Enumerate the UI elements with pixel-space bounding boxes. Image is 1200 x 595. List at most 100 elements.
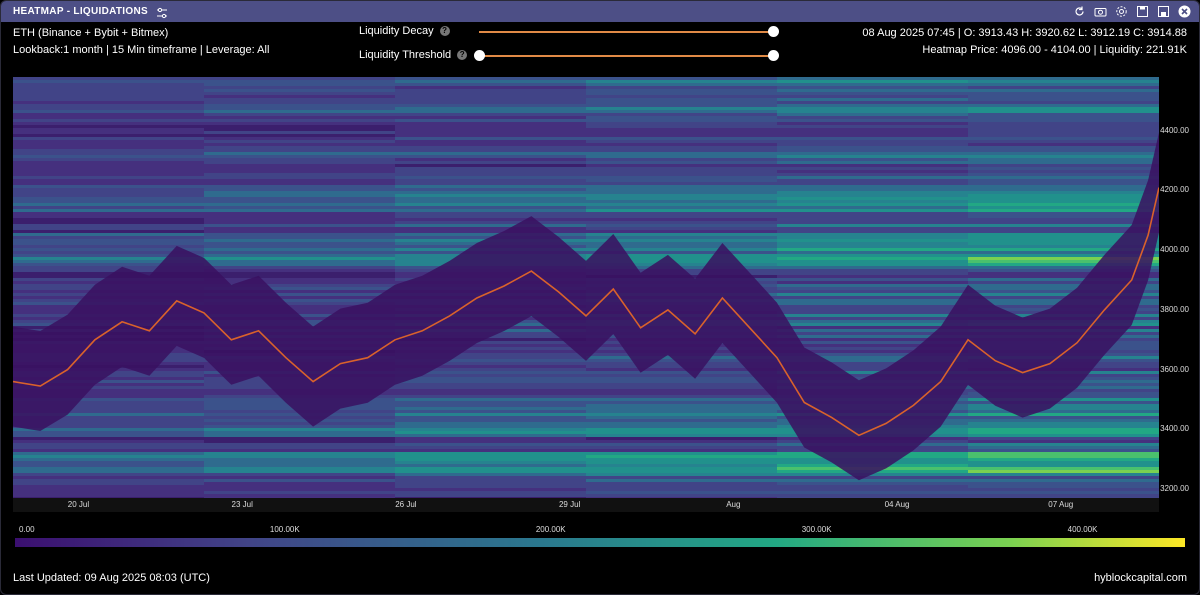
heatmap-band xyxy=(586,212,778,215)
heatmap-band xyxy=(13,209,205,212)
expand-icon[interactable] xyxy=(1157,5,1170,18)
heatmap-band xyxy=(586,389,778,392)
heatmap-band xyxy=(777,146,969,149)
slider-knob-max[interactable] xyxy=(768,50,779,61)
heatmap-band xyxy=(395,449,587,452)
heatmap-band xyxy=(586,404,778,407)
slider-knob-min[interactable] xyxy=(474,50,485,61)
heatmap-band xyxy=(204,488,396,491)
heatmap-band xyxy=(13,137,205,140)
heatmap-band xyxy=(777,491,969,494)
heatmap-band xyxy=(968,122,1159,125)
heatmap-band xyxy=(777,206,969,209)
heatmap-band xyxy=(395,446,587,449)
heatmap-band xyxy=(968,458,1159,461)
heatmap-band xyxy=(968,467,1159,470)
help-icon[interactable]: ? xyxy=(439,26,450,36)
heatmap-band xyxy=(204,140,396,143)
heatmap-band xyxy=(968,146,1159,149)
heatmap-band xyxy=(204,176,396,179)
heatmap-band xyxy=(204,179,396,182)
heatmap-band xyxy=(395,476,587,479)
heatmap-band xyxy=(13,101,205,104)
heatmap-band xyxy=(777,188,969,191)
close-icon[interactable] xyxy=(1178,5,1191,18)
heatmap-band xyxy=(395,152,587,155)
heatmap-band xyxy=(395,443,587,446)
liquidity-decay-slider[interactable] xyxy=(479,26,779,37)
camera-icon[interactable] xyxy=(1094,5,1107,18)
heatmap-band xyxy=(204,494,396,497)
heatmap-band xyxy=(13,113,205,116)
heatmap-band xyxy=(204,437,396,440)
heatmap-band xyxy=(777,302,969,305)
help-icon[interactable]: ? xyxy=(457,50,468,60)
heatmap-band xyxy=(968,479,1159,482)
heatmap-band xyxy=(13,233,205,236)
heatmap-band xyxy=(204,122,396,125)
heatmap-band xyxy=(13,227,205,230)
heatmap-band xyxy=(395,485,587,488)
heatmap-band xyxy=(13,188,205,191)
heatmap-band xyxy=(586,89,778,92)
heatmap-band xyxy=(204,89,396,92)
heatmap-svg[interactable] xyxy=(13,77,1159,498)
heatmap-band xyxy=(968,212,1159,215)
heatmap-band xyxy=(395,410,587,413)
heatmap-band xyxy=(204,224,396,227)
heatmap-band xyxy=(395,206,587,209)
heatmap-band xyxy=(777,125,969,128)
heatmap-band xyxy=(968,164,1159,167)
heatmap-band xyxy=(586,230,778,233)
heatmap-band xyxy=(395,212,587,215)
title-bar[interactable]: HEATMAP - LIQUIDATIONS xyxy=(1,1,1199,22)
heatmap-band xyxy=(204,116,396,119)
heatmap-band xyxy=(586,491,778,494)
heatmap-band xyxy=(968,488,1159,491)
info-right: 08 Aug 2025 07:45 | O: 3913.43 H: 3920.6… xyxy=(862,25,1187,59)
heatmap-band xyxy=(586,197,778,200)
heatmap-band xyxy=(395,137,587,140)
heatmap-band xyxy=(204,242,396,245)
sliders-icon[interactable] xyxy=(156,6,168,18)
heatmap-band xyxy=(395,185,587,188)
heatmap-plot[interactable] xyxy=(13,77,1159,498)
heatmap-band xyxy=(777,239,969,242)
heatmap-band xyxy=(13,149,205,152)
heatmap-band xyxy=(586,479,778,482)
heatmap-band xyxy=(395,77,587,80)
brand-link[interactable]: hyblockcapital.com xyxy=(1094,572,1187,584)
heatmap-band xyxy=(395,188,587,191)
heatmap-band xyxy=(13,140,205,143)
refresh-icon[interactable] xyxy=(1073,5,1086,18)
heatmap-band xyxy=(777,236,969,239)
heatmap-band xyxy=(968,413,1159,416)
heatmap-band xyxy=(395,377,587,380)
save-icon[interactable] xyxy=(1136,5,1149,18)
heatmap-band xyxy=(777,482,969,485)
heatmap-band xyxy=(13,230,205,233)
heatmap-band xyxy=(586,200,778,203)
heatmap-band xyxy=(968,437,1159,440)
heatmap-band xyxy=(13,176,205,179)
heatmap-band xyxy=(968,440,1159,443)
heatmap-band xyxy=(204,416,396,419)
heatmap-band xyxy=(395,467,587,470)
heatmap-band xyxy=(13,224,205,227)
heatmap-band xyxy=(204,452,396,455)
gear-icon[interactable] xyxy=(1115,5,1128,18)
heatmap-band xyxy=(586,128,778,131)
heatmap-band xyxy=(395,224,587,227)
heatmap-band xyxy=(204,434,396,437)
heatmap-band xyxy=(13,191,205,194)
heatmap-band xyxy=(968,89,1159,92)
lookback-label: Lookback:1 month | 15 Min timeframe | Le… xyxy=(13,44,270,56)
heatmap-band xyxy=(395,479,587,482)
heatmap-band xyxy=(204,449,396,452)
heatmap-band xyxy=(586,209,778,212)
liquidity-threshold-slider[interactable] xyxy=(474,50,779,61)
liquidity-decay-control: Liquidity Decay ? xyxy=(359,25,450,37)
heatmap-band xyxy=(204,455,396,458)
slider-knob[interactable] xyxy=(768,26,779,37)
heatmap-band xyxy=(586,86,778,89)
